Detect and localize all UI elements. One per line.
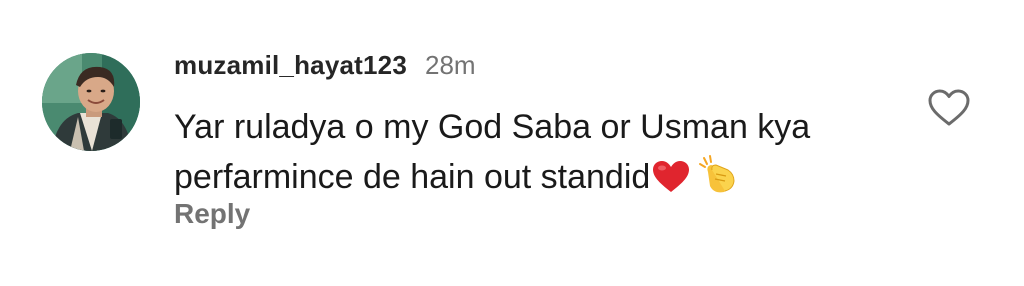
red-heart-icon: [652, 158, 690, 208]
clapping-hands-icon: [698, 154, 738, 208]
username[interactable]: muzamil_hayat123: [174, 50, 407, 81]
comment-header: muzamil_hayat123 28m: [174, 50, 476, 90]
avatar-photo: [42, 53, 140, 151]
comment-text-line-2-text: perfarmince de hain out standid: [174, 158, 651, 196]
comment-text: Yar ruladya o my God Saba or Usman kya p…: [174, 102, 914, 208]
reply-button[interactable]: Reply: [174, 198, 250, 230]
comment-item: muzamil_hayat123 28m Yar ruladya o my Go…: [0, 0, 1024, 286]
timestamp: 28m: [425, 50, 476, 80]
avatar[interactable]: [42, 53, 140, 151]
comment-text-line-1: Yar ruladya o my God Saba or Usman kya: [174, 108, 811, 146]
heart-outline-icon[interactable]: [927, 88, 971, 128]
comment-text-line-2: perfarmince de hain out standid: [174, 152, 914, 208]
